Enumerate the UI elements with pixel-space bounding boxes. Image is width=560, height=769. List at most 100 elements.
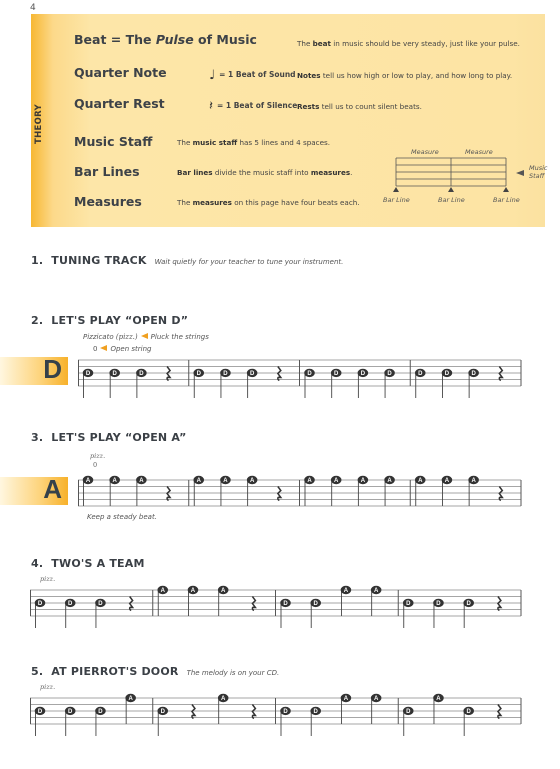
quarter-rest-icon [276, 486, 283, 502]
exercise-2-title: 2. LET'S PLAY “OPEN D” [31, 314, 189, 327]
quarter-rest-icon [190, 704, 197, 720]
svg-text:D: D [38, 709, 43, 715]
svg-text:A: A [191, 588, 196, 594]
note-d: D [304, 368, 315, 398]
note-a: A [441, 475, 453, 506]
note-d: D [95, 706, 106, 736]
quarter-rest-icon [251, 596, 257, 612]
pizz-marking: pizz. [40, 575, 56, 583]
diagram-measure-label-2: Measure [465, 148, 493, 156]
theory-heading-bar-lines: Bar Lines [74, 164, 140, 179]
theory-desc-beat: The beat in music should be very steady,… [297, 39, 520, 48]
note-a: A [340, 693, 352, 724]
svg-text:D: D [68, 601, 73, 607]
theory-tab: THEORY [31, 14, 51, 227]
svg-text:D: D [250, 371, 255, 377]
theory-desc-notes: Notes tell us how high or low to play, a… [297, 71, 513, 80]
svg-text:D: D [139, 371, 144, 377]
note-d: D [357, 368, 369, 398]
svg-text:A: A [418, 478, 423, 484]
theory-heading-beat: Beat = The Pulse of Music [74, 32, 257, 47]
exercise-4-title: 4. TWO'S A TEAM [31, 557, 145, 570]
note-d: D [468, 368, 479, 398]
diagram-staff-label: Music Staff [529, 164, 548, 180]
svg-text:D: D [334, 371, 339, 377]
note-d: D [109, 368, 120, 398]
page-number: 4 [30, 3, 36, 13]
svg-text:D: D [406, 709, 411, 715]
note-a: A [217, 585, 229, 616]
note-a: A [109, 475, 120, 506]
pizz-marking: pizz. [40, 683, 56, 691]
note-d: D [433, 598, 444, 628]
theory-heading-quarter-rest: Quarter Rest [74, 96, 165, 111]
note-d: D [414, 368, 426, 398]
svg-text:A: A [86, 478, 91, 484]
diagram-staff [393, 157, 509, 192]
note-d: D [220, 368, 231, 398]
svg-text:D: D [471, 371, 476, 377]
note-a: A [340, 585, 352, 616]
note-d: D [64, 598, 76, 628]
svg-text:A: A [344, 588, 349, 594]
svg-text:D: D [283, 601, 288, 607]
note-d: D [64, 706, 76, 736]
svg-text:D: D [98, 709, 103, 715]
svg-text:D: D [445, 371, 450, 377]
note-a: A [384, 475, 395, 506]
svg-text:A: A [374, 588, 379, 594]
svg-text:A: A [223, 478, 228, 484]
svg-text:D: D [406, 601, 411, 607]
svg-text:D: D [161, 709, 166, 715]
quarter-rest-icon: 𝄽 [209, 99, 213, 114]
theory-desc-measures: The measures on this page have four beat… [177, 198, 360, 207]
exercise-5-title: 5. AT PIERROT'S DOOR The melody is on you… [31, 665, 280, 678]
note-a: A [370, 693, 382, 724]
svg-text:D: D [98, 601, 103, 607]
note-d: D [310, 598, 322, 628]
theory-desc-bar-lines: Bar lines divide the music staff into me… [177, 168, 353, 177]
svg-text:D: D [283, 709, 288, 715]
staff-pointer-icon [516, 170, 524, 176]
exercise-3-title: 3. LET'S PLAY “OPEN A” [31, 431, 187, 444]
note-d: D [402, 598, 414, 628]
note-a: A [468, 475, 479, 506]
svg-text:D: D [223, 371, 228, 377]
svg-text:A: A [161, 588, 166, 594]
open-string-instruction: 0 Open string [93, 345, 152, 353]
note-a: A [157, 585, 169, 616]
staff-exercise-4: D D D A A A D D A A D D D [30, 585, 522, 628]
note-a: A [220, 475, 231, 506]
note-tag-a: A [0, 474, 68, 505]
note-a: A [82, 475, 94, 506]
note-d: D [280, 598, 291, 628]
svg-text:A: A [113, 478, 118, 484]
note-d: D [280, 706, 291, 736]
staff-exercise-3: AAAAAAAAAAAAA [78, 475, 522, 507]
quarter-rest-icon [251, 704, 257, 720]
svg-text:A: A [387, 478, 392, 484]
quarter-rest-definition: 𝄽 = 1 Beat of Silence [209, 99, 298, 114]
theory-desc-staff: The music staff has 5 lines and 4 spaces… [177, 138, 331, 147]
svg-text:A: A [344, 696, 349, 702]
svg-text:D: D [467, 709, 472, 715]
svg-text:D: D [436, 601, 441, 607]
theory-panel: THEORY Beat = The Pulse of Music The bea… [31, 14, 548, 227]
note-a: A [370, 585, 382, 616]
staff-exercise-5: D D D A D A D D A A D A D [30, 693, 522, 736]
quarter-rest-icon [496, 704, 503, 720]
svg-text:D: D [467, 601, 472, 607]
quarter-rest-icon [498, 366, 504, 382]
diagram-bar-line-label-2: Bar Line [438, 196, 465, 204]
quarter-note-icon: ♩ [209, 68, 216, 83]
note-d: D [246, 368, 258, 398]
svg-text:A: A [471, 478, 476, 484]
svg-text:D: D [387, 371, 392, 377]
note-d: D [310, 706, 322, 736]
theory-tab-label: THEORY [33, 104, 44, 144]
svg-text:A: A [139, 478, 144, 484]
note-d: D [95, 598, 106, 628]
svg-text:D: D [418, 371, 423, 377]
svg-text:A: A [445, 478, 450, 484]
svg-text:D: D [38, 601, 43, 607]
